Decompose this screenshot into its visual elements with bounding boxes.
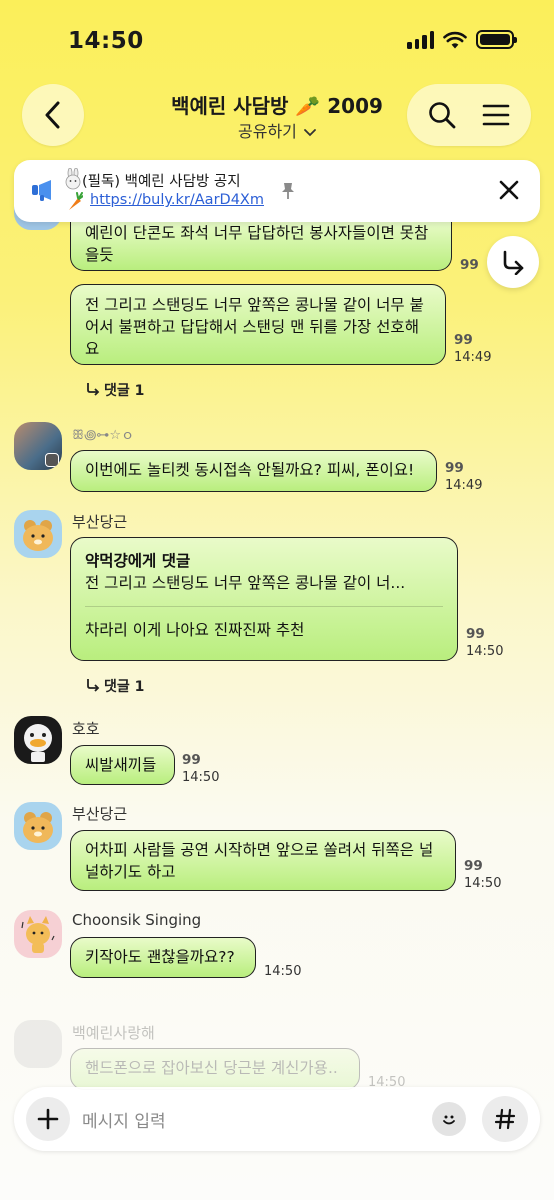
message-time: 14:50	[466, 644, 504, 659]
avatar[interactable]	[14, 510, 62, 558]
megaphone-icon	[32, 180, 51, 201]
rabbit-icon	[65, 168, 81, 190]
emoji-button[interactable]	[432, 1102, 466, 1136]
message-time: 14:49	[454, 350, 492, 365]
notice-banner[interactable]: (필독) 백예린 사담방 공지 https://buly.kr/AarD4Xm	[14, 160, 540, 222]
sender-name: ꕥ꩜⊶☆ｏ	[72, 428, 135, 443]
message-bubble[interactable]: 씨발새끼들	[70, 745, 175, 785]
message-bubble[interactable]: 전 그리고 스탠딩도 너무 앞쪽은 콩나물 같이 너무 붙어서 불편하고 답답해…	[70, 284, 446, 365]
message-meta: 99 14:50	[466, 626, 503, 660]
message-time: 14:50	[464, 876, 502, 891]
message-bubble[interactable]: 키작아도 괜찮을까요??	[70, 937, 256, 978]
message-text: 이번에도 놀티켓 동시접속 안될까요? 피씨, 폰이요!	[85, 461, 415, 479]
status-bar: 14:50	[0, 0, 554, 78]
back-arrow-icon	[45, 101, 60, 129]
avatar[interactable]	[14, 802, 62, 850]
message-text: 차라리 이게 나아요 진짜진짜 추천	[85, 621, 305, 639]
unread-count: 99	[454, 332, 473, 348]
quote-title: 약먹걍에게 댓글	[85, 552, 191, 570]
message-bubble[interactable]: 이번에도 놀티켓 동시접속 안될까요? 피씨, 폰이요!	[70, 450, 437, 492]
message-text: 씨발새끼들	[85, 756, 157, 774]
message-bubble[interactable]: 예린이 단콘도 좌석 너무 답답하던 봉사자들이면 못참을듯	[70, 220, 452, 271]
reply-count: 댓글 1	[104, 679, 145, 695]
message-text: 핸드폰으로 잡아보신 당근분 계신가용..	[85, 1059, 338, 1077]
unread-count: 99	[464, 858, 483, 874]
avatar[interactable]	[14, 422, 62, 470]
unread-count: 99	[460, 257, 479, 273]
message-bubble[interactable]: 핸드폰으로 잡아보신 당근분 계신가용..	[70, 1048, 360, 1090]
emoji-icon	[443, 1115, 455, 1125]
bear-character-icon	[23, 520, 53, 551]
unread-count: 99	[445, 460, 464, 476]
message-text: 어차피 사람들 공연 시작하면 앞으로 쏠려서 뒤쪽은 널널하기도 하고	[85, 841, 434, 881]
message-input-bar: 메시지 입력	[14, 1087, 540, 1151]
avatar[interactable]	[14, 910, 62, 958]
unread-count: 99	[182, 752, 201, 768]
carrot-icon	[69, 192, 83, 210]
avatar[interactable]	[14, 716, 62, 764]
wifi-icon	[443, 31, 467, 48]
message-time: 14:50	[264, 964, 302, 979]
duck-character-icon	[24, 724, 52, 762]
status-icons	[407, 30, 517, 49]
chat-room-title[interactable]: 백예린 사담방 🥕 2009	[100, 90, 454, 119]
sender-name: 백예린사랑해	[72, 1024, 155, 1042]
message-time: 14:49	[445, 478, 483, 493]
message-meta: 14:50	[264, 963, 301, 980]
message-text: 키작아도 괜찮을까요??	[85, 948, 235, 966]
message-meta: 99 14:50	[464, 858, 501, 892]
message-input[interactable]: 메시지 입력	[82, 1107, 166, 1132]
scroll-to-bottom-button[interactable]	[487, 236, 539, 288]
chevron-down-icon	[304, 129, 316, 137]
sender-name: 부산당근	[72, 513, 128, 531]
status-time: 14:50	[68, 28, 144, 54]
reply-count: 댓글 1	[104, 383, 145, 399]
reply-arrow-icon	[87, 679, 100, 692]
cat-character-icon	[21, 916, 55, 953]
notice-link[interactable]: https://buly.kr/AarD4Xm	[90, 192, 264, 208]
reply-thread-link[interactable]: 댓글 1	[86, 676, 144, 696]
attach-plus-button[interactable]	[26, 1097, 70, 1141]
notice-title: (필독) 백예린 사담방 공지	[82, 174, 241, 190]
message-meta: 99	[460, 257, 479, 274]
cellular-signal-icon	[407, 30, 434, 49]
message-bubble[interactable]: 어차피 사람들 공연 시작하면 앞으로 쏠려서 뒤쪽은 널널하기도 하고	[70, 830, 456, 891]
header-actions	[407, 84, 531, 146]
back-button[interactable]	[22, 84, 84, 146]
message-meta: 99 14:50	[182, 752, 219, 786]
hashtag-icon	[494, 1108, 516, 1130]
sender-name: Choonsik Singing	[72, 911, 202, 929]
hashtag-button[interactable]	[482, 1096, 528, 1142]
sender-name: 부산당근	[72, 805, 128, 823]
close-icon[interactable]	[498, 179, 520, 201]
pin-icon	[282, 183, 294, 199]
menu-icon[interactable]	[481, 102, 511, 128]
message-text: 예린이 단콘도 좌석 너무 답답하던 봉사자들이면 못참을듯	[85, 224, 429, 264]
message-bubble[interactable]: 약먹걍에게 댓글 전 그리고 스탠딩도 너무 앞쪽은 콩나물 같이 너... 차…	[70, 537, 458, 661]
share-dropdown[interactable]: 공유하기	[100, 118, 454, 142]
unread-count: 99	[466, 626, 485, 642]
message-time: 14:50	[182, 770, 220, 785]
message-text: 전 그리고 스탠딩도 너무 앞쪽은 콩나물 같이 너무 붙어서 불편하고 답답해…	[85, 296, 424, 358]
avatar[interactable]	[14, 1020, 62, 1068]
scroll-down-arrow-icon	[503, 250, 524, 275]
reply-arrow-icon	[87, 383, 100, 396]
quote-text: 전 그리고 스탠딩도 너무 앞쪽은 콩나물 같이 너...	[85, 574, 406, 592]
message-meta: 99 14:49	[445, 460, 482, 494]
bear-character-icon	[23, 812, 53, 843]
share-label: 공유하기	[238, 122, 297, 141]
sender-name: 호호	[72, 720, 100, 738]
quote-divider	[85, 606, 443, 607]
search-icon[interactable]	[427, 100, 457, 130]
reply-thread-link[interactable]: 댓글 1	[86, 380, 144, 400]
message-meta: 99 14:49	[454, 332, 491, 366]
plus-icon	[37, 1108, 59, 1130]
battery-icon	[476, 30, 517, 49]
